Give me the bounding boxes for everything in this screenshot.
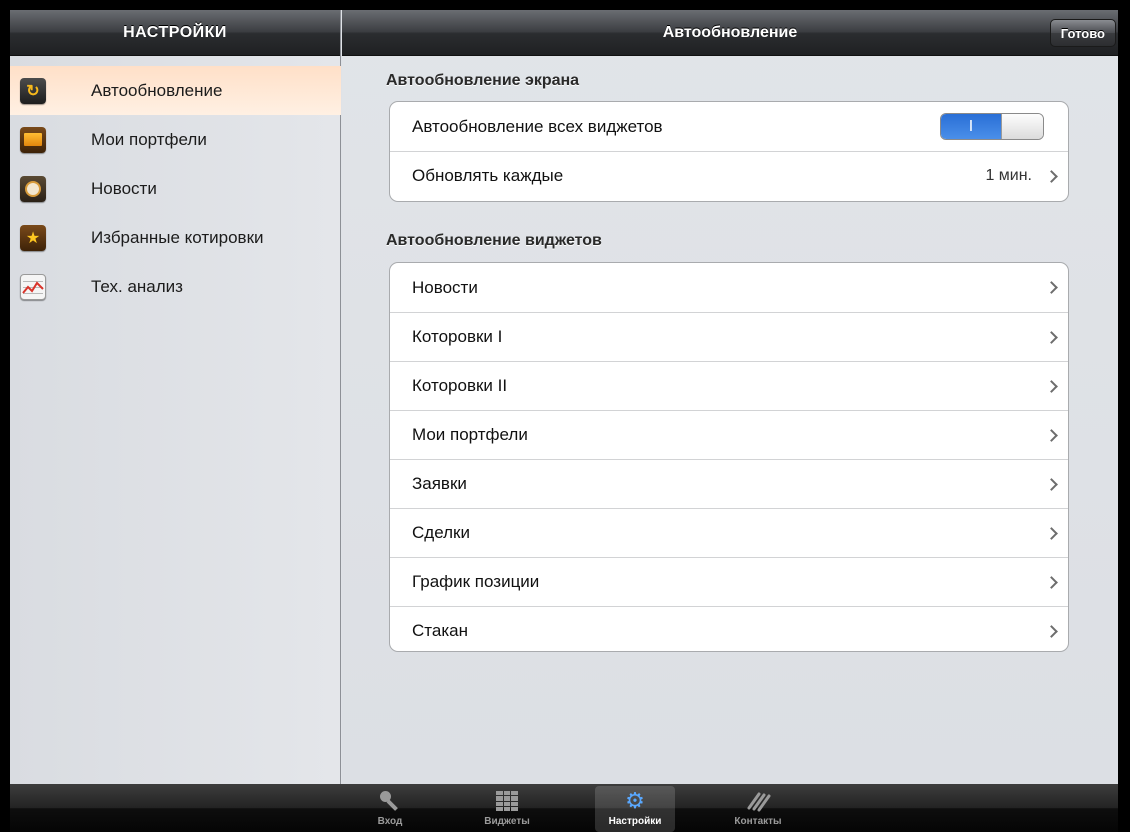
gears-icon: ⚙ [625,788,645,813]
update-interval-row[interactable]: Обновлять каждые 1 мин. [390,151,1068,200]
row-label: Автообновление всех виджетов [412,116,663,136]
chevron-right-icon [1045,428,1058,442]
sidebar-item-label: Избранные котировки [91,227,264,247]
tab-login[interactable]: Вход [350,786,430,832]
page-title: Автообновление [662,23,798,41]
row-label: График позиции [412,572,540,591]
sidebar-item-news[interactable]: Новости [10,164,341,213]
app-window: НАСТРОЙКИ ↻ Автообновление Мои портфели … [10,10,1118,832]
sidebar-title: НАСТРОЙКИ [123,23,227,41]
tab-label: Настройки [608,816,662,827]
tab-label: Вход [377,816,403,827]
settings-menu: ↻ Автообновление Мои портфели Новости ★ … [10,56,341,311]
chevron-right-icon [1045,379,1058,393]
sidebar-header: НАСТРОЙКИ [10,10,340,56]
star-icon: ★ [20,224,46,251]
tab-label: Виджеты [484,816,530,827]
chevron-right-icon [1045,624,1058,638]
grid-icon [496,786,518,816]
envelope-icon [20,126,46,153]
widget-row-portfolios[interactable]: Мои портфели [390,410,1068,459]
chevron-right-icon [1045,281,1058,294]
chart-icon [20,273,46,300]
clock-icon [20,175,46,202]
refresh-icon: ↻ [20,77,46,104]
tab-bar: Вход Виджеты ⚙ Настройки Контакты [10,784,1118,832]
widget-settings-group: Новости Которовки I Которовки II Мои пор… [389,262,1069,652]
sidebar: НАСТРОЙКИ ↻ Автообновление Мои портфели … [10,10,341,784]
widget-row-news[interactable]: Новости [390,263,1068,312]
autoupdate-all-toggle[interactable]: I [940,113,1044,140]
key-icon [380,786,400,816]
chevron-right-icon [1045,575,1058,589]
autoupdate-all-row: Автообновление всех виджетов I [390,102,1068,151]
widget-row-quotes-2[interactable]: Которовки II [390,361,1068,410]
sidebar-item-label: Тех. анализ [91,276,183,296]
widget-row-quotes-1[interactable]: Которовки I [390,312,1068,361]
chevron-right-icon [1045,330,1058,344]
chevron-right-icon [1045,169,1058,183]
section-title-widgets: Автообновление виджетов [386,232,602,249]
sidebar-item-label: Автообновление [91,80,223,100]
sidebar-item-autoupdate[interactable]: ↻ Автообновление [10,66,341,115]
section-title-screen: Автообновление экрана [386,72,580,89]
sidebar-item-tech-analysis[interactable]: Тех. анализ [10,262,341,311]
chevron-right-icon [1045,526,1058,540]
tab-contacts[interactable]: Контакты [718,786,798,832]
sidebar-item-label: Новости [91,178,157,198]
row-label: Обновлять каждые [412,166,564,185]
chevron-right-icon [1045,477,1058,491]
waves-icon [745,786,771,816]
row-label: Стакан [412,621,468,640]
widget-row-orders[interactable]: Заявки [390,459,1068,508]
sidebar-item-portfolios[interactable]: Мои портфели [10,115,341,164]
done-button[interactable]: Готово [1049,19,1116,47]
row-label: Мои портфели [412,425,528,444]
toggle-knob [1001,114,1043,139]
widget-row-deals[interactable]: Сделки [390,508,1068,557]
widget-row-order-book[interactable]: Стакан [390,606,1068,651]
screen-settings-group: Автообновление всех виджетов I Обновлять… [389,101,1069,202]
sidebar-item-favorites[interactable]: ★ Избранные котировки [10,213,341,262]
row-label: Заявки [412,474,467,493]
row-label: Новости [412,277,478,297]
interval-value: 1 мин. [985,167,1032,184]
navigation-bar: Автообновление Готово [342,10,1118,56]
sidebar-item-label: Мои портфели [91,129,207,149]
row-label: Которовки II [412,376,508,395]
detail-pane: Автообновление Готово Автообновление экр… [342,10,1118,784]
tab-widgets[interactable]: Виджеты [467,786,547,832]
row-label: Которовки I [412,327,503,346]
tab-settings[interactable]: ⚙ Настройки [595,786,675,832]
toggle-on-indicator: I [941,114,1001,139]
row-label: Сделки [412,523,470,542]
tab-label: Контакты [734,816,782,827]
widget-row-position-chart[interactable]: График позиции [390,557,1068,606]
